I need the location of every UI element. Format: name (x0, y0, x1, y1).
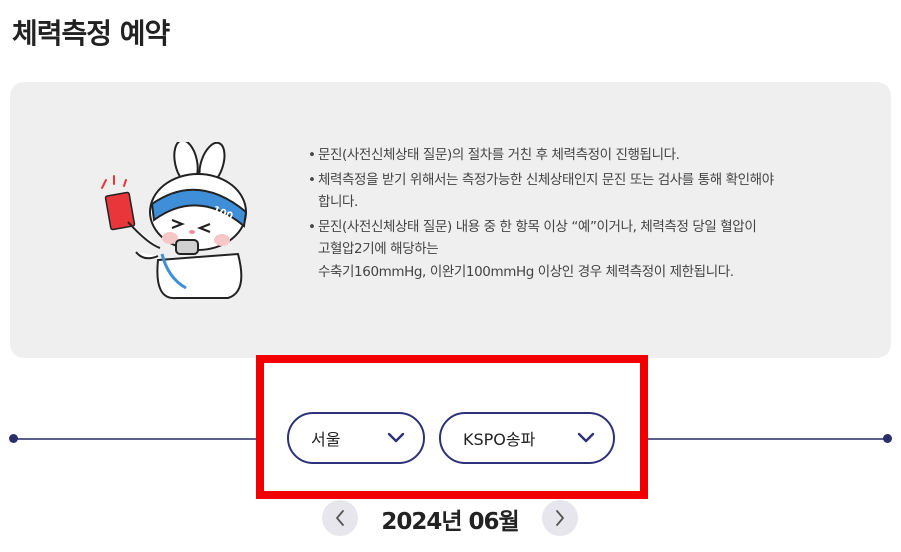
mascot-illustration: 100 (101, 142, 248, 300)
chevron-left-icon (336, 510, 344, 526)
notice-line: 고혈압2기에 해당하는 (318, 241, 439, 257)
chevron-right-icon (556, 510, 564, 526)
notice-line: 합니다. (318, 194, 358, 210)
notice-line: 문진(사전신체상태 질문)의 절차를 거친 후 체력측정이 진행됩니다. (318, 147, 680, 163)
notice-list: 문진(사전신체상태 질문)의 절차를 거친 후 체력측정이 진행됩니다. 체력측… (308, 144, 858, 283)
center-select-value: KSPO송파 (463, 430, 536, 449)
month-label: 2024년 06월 (381, 509, 519, 535)
month-navigator: 2024년 06월 (0, 500, 901, 540)
center-select[interactable]: KSPO송파 (439, 412, 615, 464)
prev-month-button[interactable] (322, 500, 358, 536)
page-title: 체력측정 예약 (12, 17, 170, 50)
notice-item: 문진(사전신체상태 질문) 내용 중 한 항목 이상 “예”이거나, 체력측정 … (308, 216, 858, 284)
notice-line: 문진(사전신체상태 질문) 내용 중 한 항목 이상 “예”이거나, 체력측정 … (318, 218, 757, 235)
notice-line: 체력측정을 받기 위해서는 측정가능한 신체상태인지 문진 또는 검사를 통해 … (318, 171, 774, 188)
divider-dot-right (883, 434, 892, 443)
notice-line: 수축기160mmHg, 이완기100mmHg 이상인 경우 체력측정이 제한됩니… (318, 263, 734, 280)
region-select-value: 서울 (311, 430, 341, 449)
notice-item: 체력측정을 받기 위해서는 측정가능한 신체상태인지 문진 또는 검사를 통해 … (308, 169, 858, 214)
next-month-button[interactable] (542, 500, 578, 536)
chevron-down-icon (387, 432, 405, 443)
notice-panel: 100 문진(사전신체상태 질문)의 절차를 거친 후 체력측정이 진행됩니다.… (10, 82, 891, 358)
notice-item: 문진(사전신체상태 질문)의 절차를 거친 후 체력측정이 진행됩니다. (308, 144, 858, 167)
region-select[interactable]: 서울 (287, 412, 425, 464)
chevron-down-icon (577, 432, 595, 443)
divider-dot-left (9, 434, 18, 443)
